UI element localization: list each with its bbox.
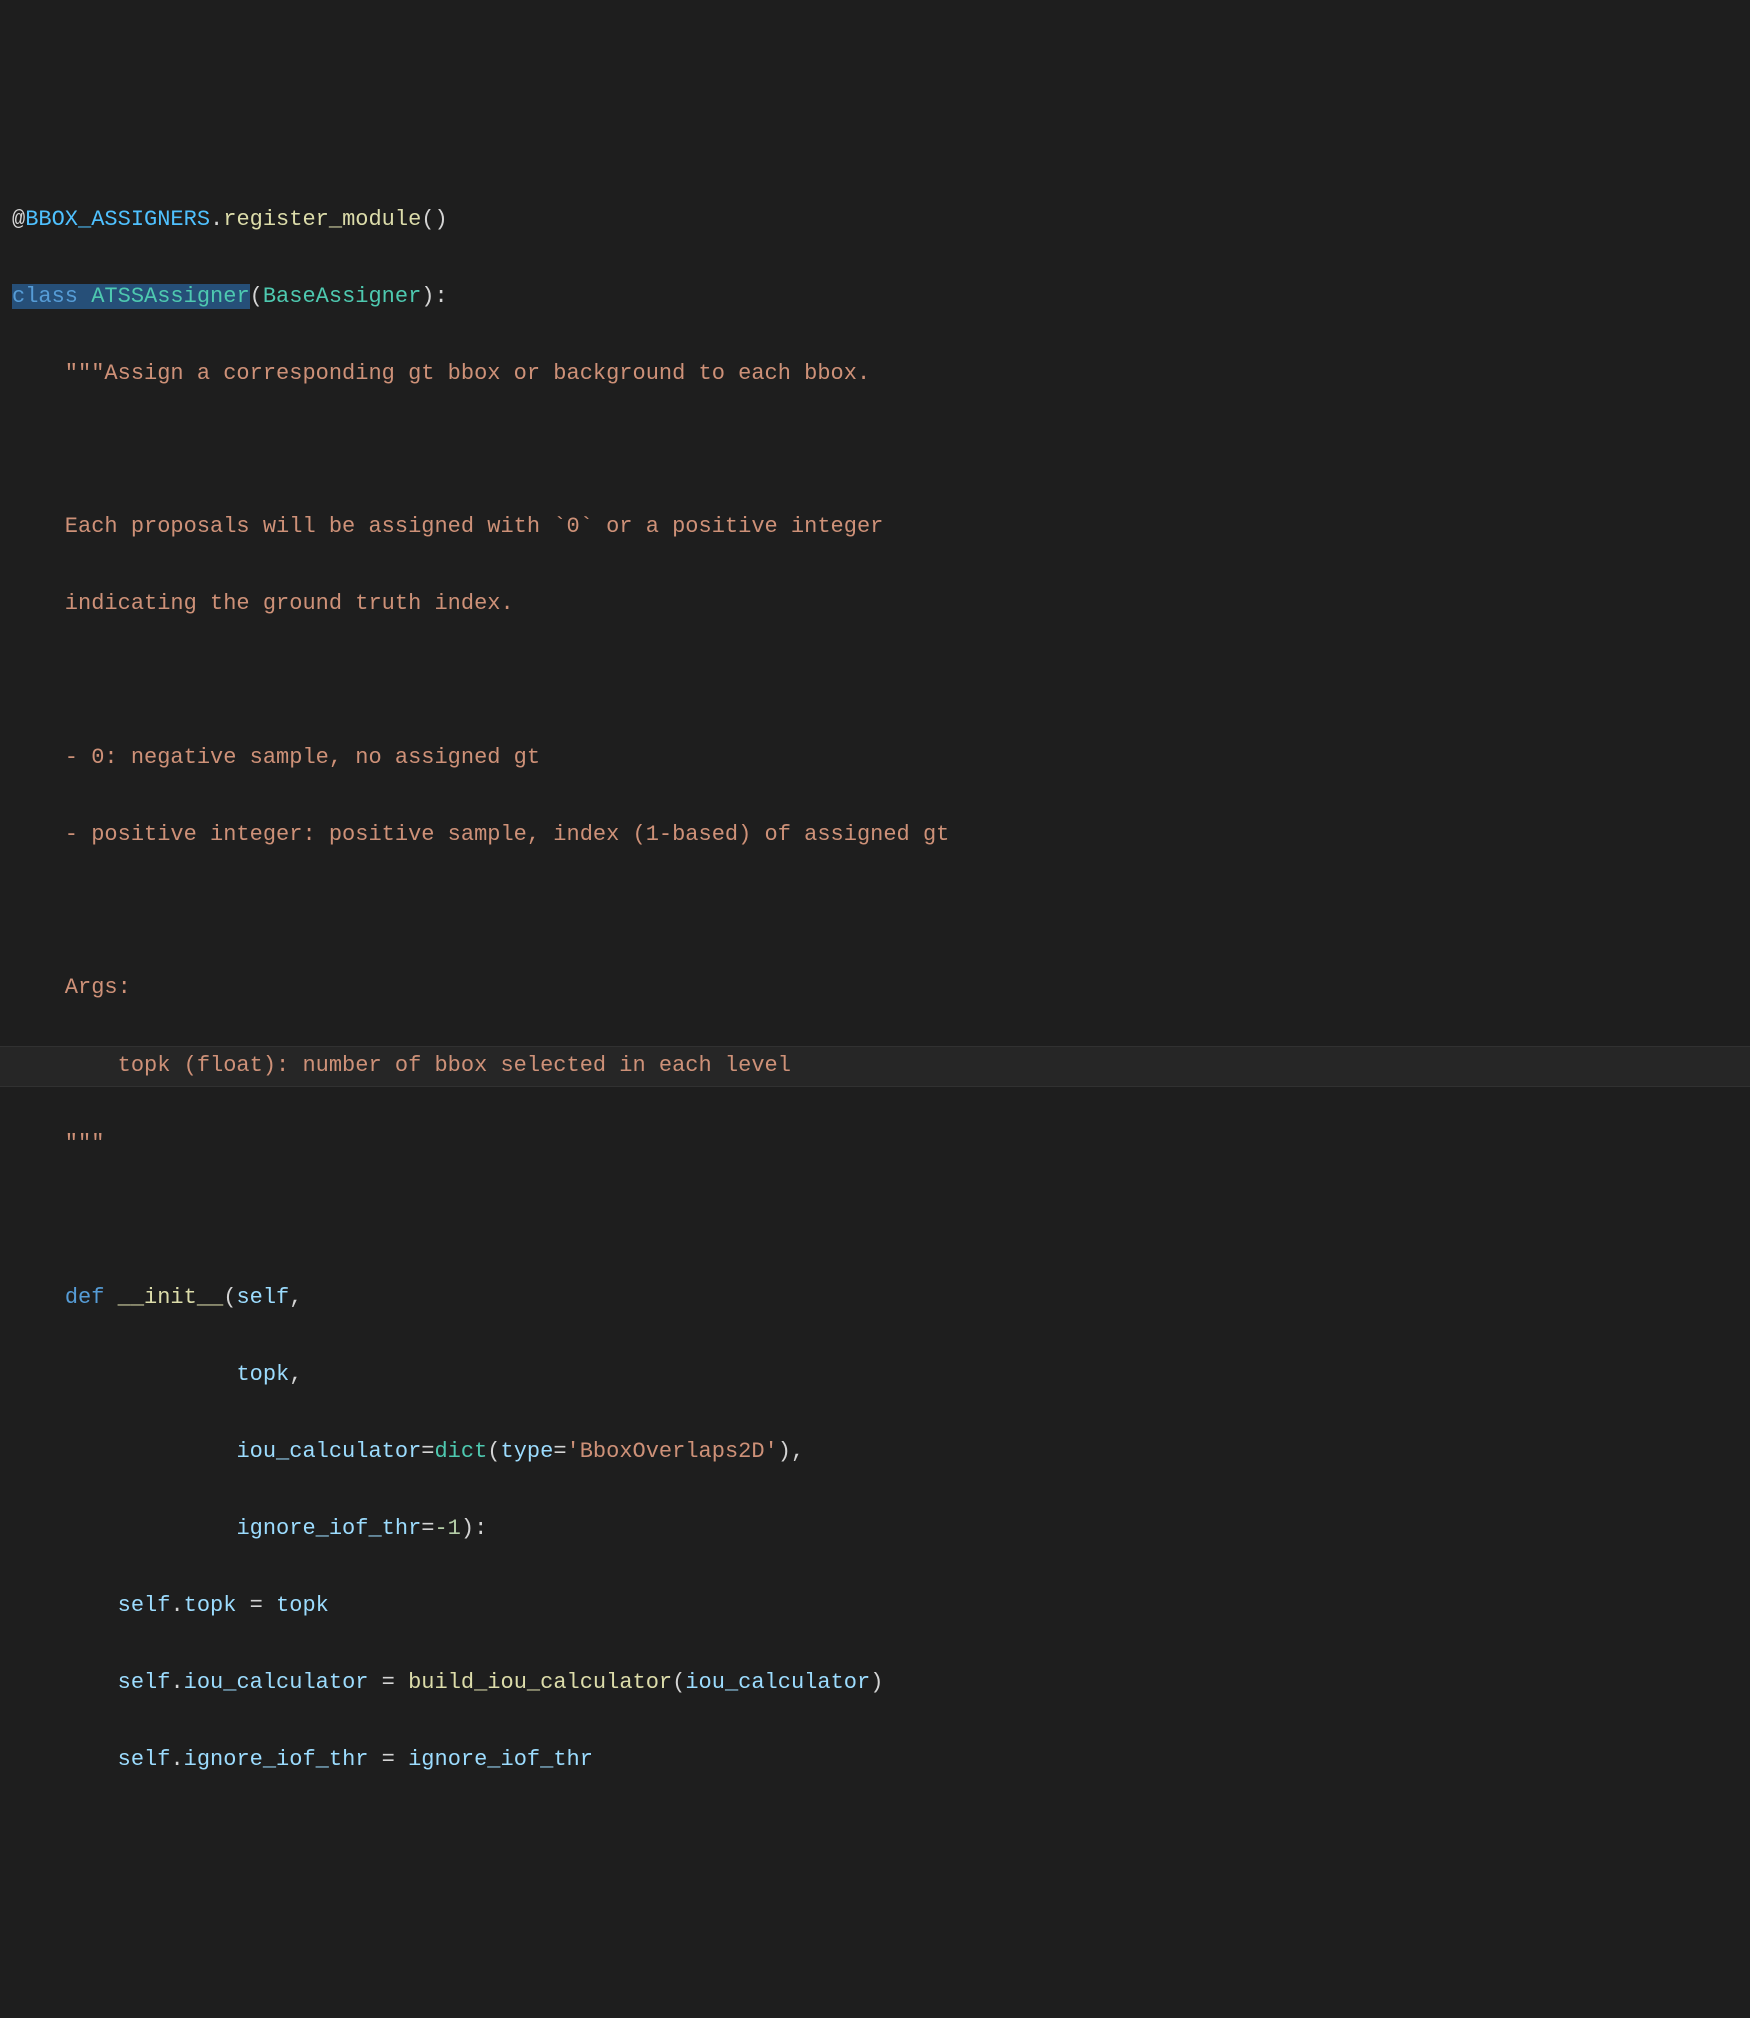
self-param: self: [236, 1285, 289, 1310]
code-line-17[interactable]: iou_calculator=dict(type='BboxOverlaps2D…: [0, 1433, 1750, 1472]
docstring-line: Each proposals will be assigned with `0`…: [12, 514, 883, 539]
type-kwarg: type: [501, 1439, 554, 1464]
comma: ,: [289, 1285, 302, 1310]
docstring-line: Args:: [12, 975, 131, 1000]
decorator-name: BBOX_ASSIGNERS: [25, 207, 210, 232]
eq-sp: =: [236, 1593, 276, 1618]
attr-topk: topk: [184, 1593, 237, 1618]
code-line-11[interactable]: Args:: [0, 969, 1750, 1008]
code-line-12-current[interactable]: topk (float): number of bbox selected in…: [0, 1046, 1750, 1087]
code-editor[interactable]: @BBOX_ASSIGNERS.register_module() class …: [0, 154, 1750, 1826]
close-paren: ): [870, 1670, 883, 1695]
attr-ignore-iof-thr: ignore_iof_thr: [184, 1747, 369, 1772]
base-class: BaseAssigner: [263, 284, 421, 309]
param-iou-calculator: iou_calculator: [236, 1439, 421, 1464]
eq: =: [421, 1439, 434, 1464]
close-paren-colon: ):: [421, 284, 447, 309]
code-line-3[interactable]: """Assign a corresponding gt bbox or bac…: [0, 355, 1750, 394]
docstring-line: """Assign a corresponding gt bbox or bac…: [12, 361, 870, 386]
code-line-19[interactable]: self.topk = topk: [0, 1587, 1750, 1626]
eq-sp: =: [368, 1747, 408, 1772]
param-topk: topk: [236, 1362, 289, 1387]
dot: .: [210, 207, 223, 232]
eq: =: [553, 1439, 566, 1464]
code-line-15[interactable]: def __init__(self,: [0, 1279, 1750, 1318]
var-ignore-iof-thr: ignore_iof_thr: [408, 1747, 593, 1772]
open-paren: (: [223, 1285, 236, 1310]
comma: ,: [289, 1362, 302, 1387]
docstring-line: topk (float): number of bbox selected in…: [12, 1053, 791, 1078]
code-line-6[interactable]: indicating the ground truth index.: [0, 585, 1750, 624]
parens: (): [421, 207, 447, 232]
code-line-21[interactable]: self.ignore_iof_thr = ignore_iof_thr: [0, 1741, 1750, 1780]
self-ref: self: [118, 1747, 171, 1772]
build-fn: build_iou_calculator: [408, 1670, 672, 1695]
arg-iou-calculator: iou_calculator: [685, 1670, 870, 1695]
code-line-9[interactable]: - positive integer: positive sample, ind…: [0, 816, 1750, 855]
docstring-line: indicating the ground truth index.: [12, 591, 514, 616]
close-paren-colon: ):: [461, 1516, 487, 1541]
decorator-at: @: [12, 207, 25, 232]
code-line-4[interactable]: [0, 432, 1750, 470]
code-line-20[interactable]: self.iou_calculator = build_iou_calculat…: [0, 1664, 1750, 1703]
open-paren: (: [250, 284, 263, 309]
eq: =: [421, 1516, 434, 1541]
code-line-5[interactable]: Each proposals will be assigned with `0`…: [0, 508, 1750, 547]
code-line-16[interactable]: topk,: [0, 1356, 1750, 1395]
self-ref: self: [118, 1670, 171, 1695]
code-line-2[interactable]: class ATSSAssigner(BaseAssigner):: [0, 278, 1750, 317]
code-line-13[interactable]: """: [0, 1125, 1750, 1164]
param-ignore-iof-thr: ignore_iof_thr: [236, 1516, 421, 1541]
docstring-line: - 0: negative sample, no assigned gt: [12, 745, 540, 770]
dot: .: [170, 1593, 183, 1618]
code-line-14[interactable]: [0, 1202, 1750, 1240]
dot: .: [170, 1747, 183, 1772]
dot: .: [170, 1670, 183, 1695]
attr-iou-calculator: iou_calculator: [184, 1670, 369, 1695]
method-name: __init__: [118, 1285, 224, 1310]
var-topk: topk: [276, 1593, 329, 1618]
register-method: register_module: [223, 207, 421, 232]
eq-sp: =: [368, 1670, 408, 1695]
open-paren: (: [672, 1670, 685, 1695]
number-literal: -1: [434, 1516, 460, 1541]
code-line-7[interactable]: [0, 662, 1750, 700]
open-paren: (: [487, 1439, 500, 1464]
code-line-8[interactable]: - 0: negative sample, no assigned gt: [0, 739, 1750, 778]
close-paren: ): [778, 1439, 791, 1464]
string-literal: 'BboxOverlaps2D': [567, 1439, 778, 1464]
dict-builtin: dict: [434, 1439, 487, 1464]
class-name: ATSSAssigner: [91, 284, 249, 309]
code-line-18[interactable]: ignore_iof_thr=-1):: [0, 1510, 1750, 1549]
def-keyword: def: [65, 1285, 105, 1310]
code-line-10[interactable]: [0, 893, 1750, 931]
class-keyword: class: [12, 284, 78, 309]
comma: ,: [791, 1439, 804, 1464]
docstring-line: """: [12, 1131, 104, 1156]
self-ref: self: [118, 1593, 171, 1618]
code-line-1[interactable]: @BBOX_ASSIGNERS.register_module(): [0, 201, 1750, 240]
docstring-line: - positive integer: positive sample, ind…: [12, 822, 949, 847]
